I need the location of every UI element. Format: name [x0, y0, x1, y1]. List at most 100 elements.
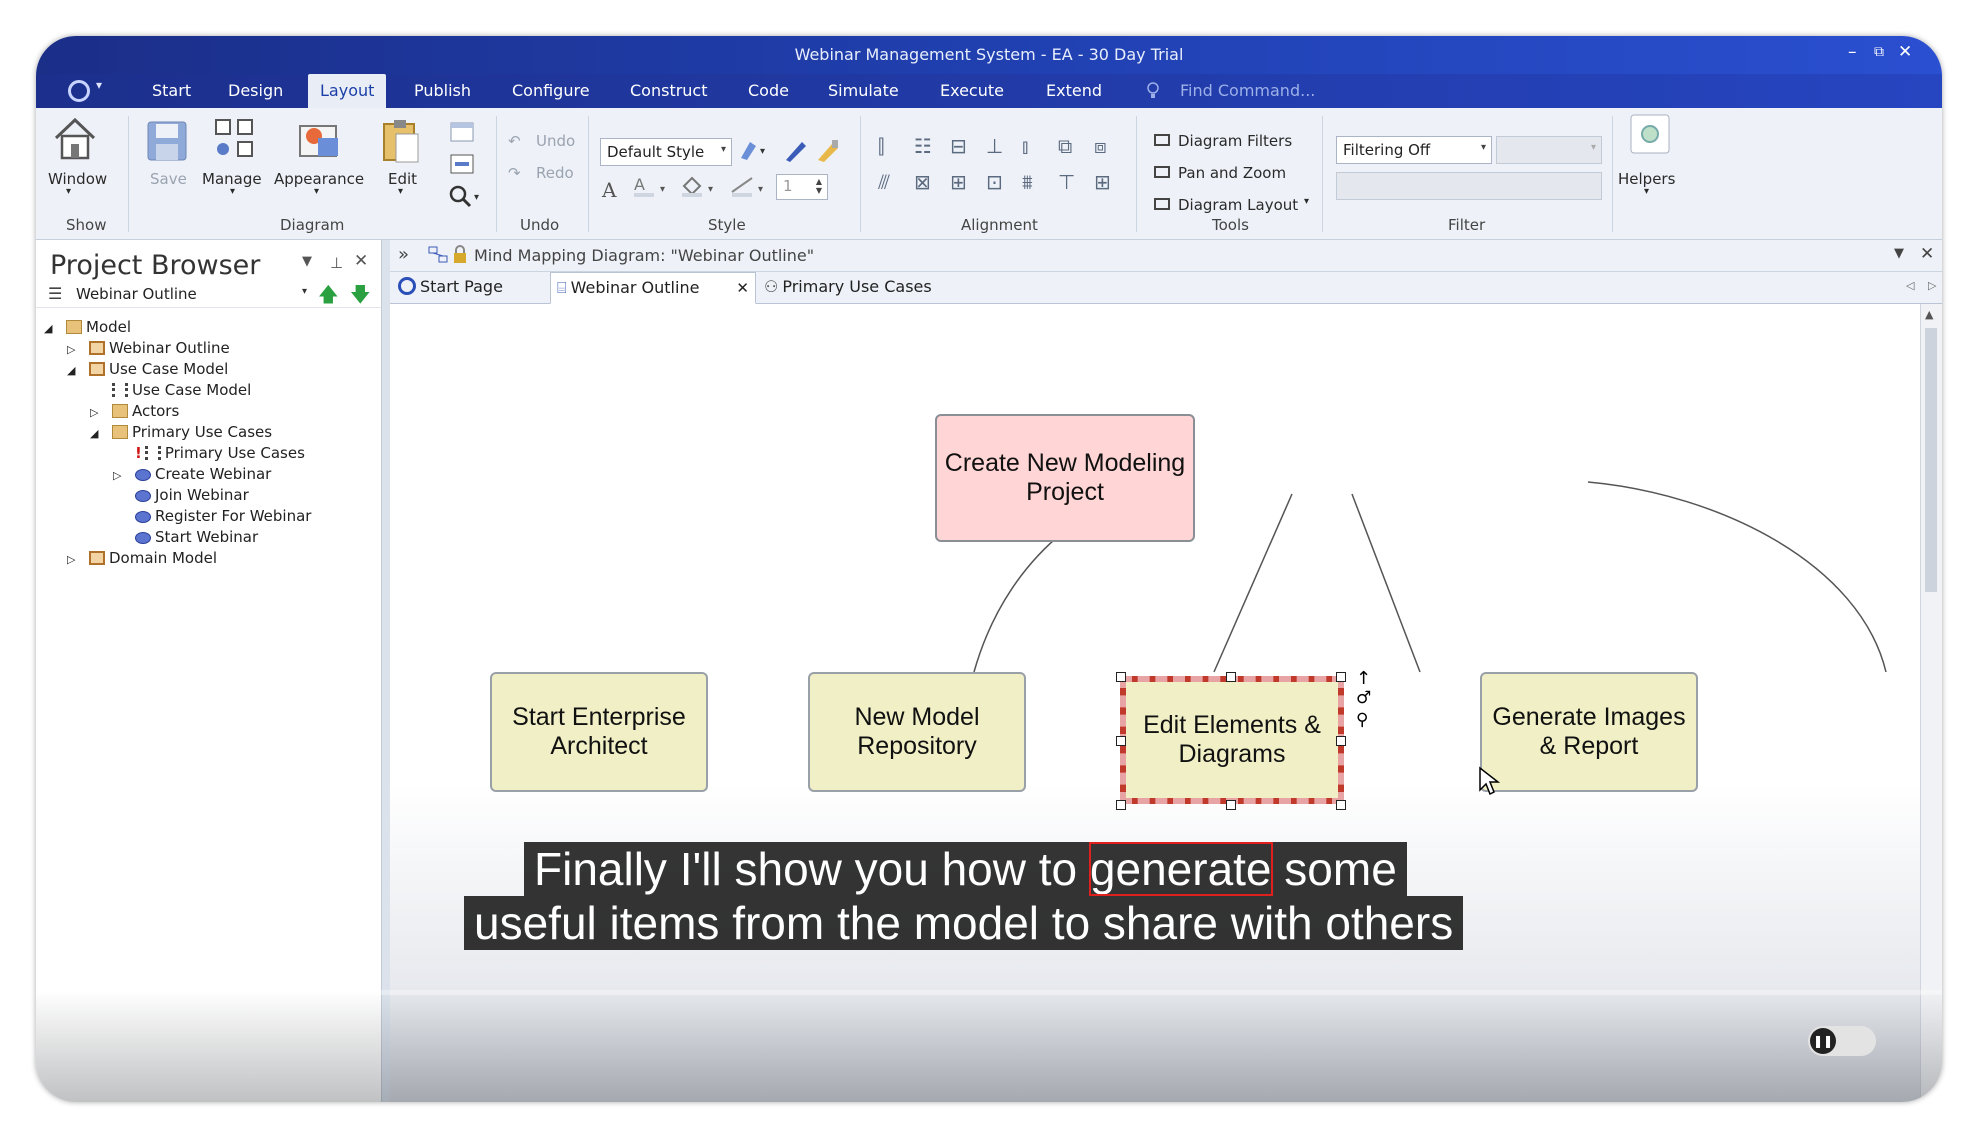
- tree-item[interactable]: Start Webinar: [113, 526, 258, 548]
- mindmap-node[interactable]: Generate Images & Report: [1480, 672, 1698, 792]
- font-icon[interactable]: A: [602, 178, 616, 202]
- tab-construct[interactable]: Construct: [618, 74, 720, 108]
- diagram-layout-button[interactable]: Diagram Layout: [1178, 196, 1298, 214]
- dropdown-icon[interactable]: ▼: [302, 254, 312, 269]
- redo-icon[interactable]: ↷: [508, 164, 521, 182]
- resize-handle[interactable]: [1336, 672, 1346, 682]
- align-tool-icon[interactable]: ⊤: [1058, 170, 1075, 194]
- pen-icon[interactable]: [782, 138, 808, 162]
- close-icon[interactable]: ✕: [354, 251, 368, 271]
- tree-toggle-icon[interactable]: ◢: [44, 318, 56, 340]
- mindmap-node[interactable]: New Model Repository: [808, 672, 1026, 792]
- align-tool-icon[interactable]: ⫿: [878, 134, 884, 158]
- restore-button[interactable]: ⧉: [1874, 44, 1884, 60]
- layout-grid-icon[interactable]: [450, 122, 474, 142]
- tab-configure[interactable]: Configure: [500, 74, 602, 108]
- tree-item[interactable]: Register For Webinar: [113, 505, 311, 527]
- align-tool-icon[interactable]: ⩩: [1022, 170, 1033, 194]
- align-tool-icon[interactable]: ⫾: [1022, 134, 1028, 158]
- resize-handle[interactable]: [1226, 800, 1236, 810]
- redo-button-label[interactable]: Redo: [536, 164, 574, 182]
- tab-extend[interactable]: Extend: [1034, 74, 1114, 108]
- align-tool-icon[interactable]: ⧉: [1058, 134, 1072, 158]
- tab-design[interactable]: Design: [216, 74, 295, 108]
- app-logo-icon[interactable]: [68, 80, 90, 102]
- brush-icon[interactable]: [814, 138, 840, 162]
- undo-icon[interactable]: ↶: [508, 132, 521, 150]
- align-tool-icon[interactable]: ⫻: [878, 170, 890, 194]
- align-tool-icon[interactable]: ⊞: [1094, 170, 1111, 194]
- helpers-icon[interactable]: [1630, 114, 1670, 154]
- dropdown-icon[interactable]: ▼: [1894, 246, 1904, 261]
- undo-button-label[interactable]: Undo: [536, 132, 575, 150]
- clipboard-edit-icon[interactable]: [380, 118, 422, 164]
- format-painter-icon[interactable]: ▾: [738, 138, 772, 162]
- tree-item[interactable]: ! Primary Use Cases: [113, 442, 305, 464]
- close-icon[interactable]: ✕: [1920, 244, 1934, 264]
- align-tool-icon[interactable]: ⊥: [986, 134, 1003, 158]
- tab-simulate[interactable]: Simulate: [816, 74, 911, 108]
- properties-icon[interactable]: ♂: [1356, 688, 1371, 708]
- align-tool-icon[interactable]: ⧈: [1094, 134, 1107, 158]
- tab-start-page[interactable]: Start Page: [392, 272, 509, 304]
- resize-handle[interactable]: [1116, 736, 1126, 746]
- tab-code[interactable]: Code: [736, 74, 801, 108]
- tree-item[interactable]: ▷ Domain Model: [67, 547, 217, 569]
- diagram-canvas[interactable]: Create New Modeling Project Start Enterp…: [390, 304, 1920, 1102]
- find-command-input[interactable]: Find Command...: [1180, 74, 1315, 108]
- chevron-down-icon[interactable]: ▾: [96, 78, 102, 92]
- minimize-button[interactable]: –: [1848, 42, 1857, 62]
- tab-scroll-left-icon[interactable]: ◁: [1906, 279, 1914, 292]
- hamburger-icon[interactable]: ☰: [48, 284, 62, 303]
- tree-item[interactable]: ▷ Webinar Outline: [67, 337, 230, 359]
- tab-publish[interactable]: Publish: [402, 74, 483, 108]
- scroll-up-icon[interactable]: ▲: [1925, 308, 1933, 321]
- filter-text-input[interactable]: [1336, 172, 1602, 200]
- resize-handle[interactable]: [1116, 672, 1126, 682]
- filter-select[interactable]: Filtering Off ▾: [1336, 136, 1492, 164]
- double-chevron-icon[interactable]: »: [398, 244, 409, 265]
- style-select[interactable]: Default Style ▾: [600, 138, 732, 166]
- align-tool-icon[interactable]: ⊡: [986, 170, 1003, 194]
- tab-execute[interactable]: Execute: [928, 74, 1016, 108]
- close-icon[interactable]: ✕: [736, 273, 749, 303]
- mindmap-root-node[interactable]: Create New Modeling Project: [935, 414, 1195, 542]
- tree-item[interactable]: ◢ Use Case Model: [67, 358, 228, 380]
- search-icon[interactable]: ⚲: [1356, 710, 1368, 730]
- mindmap-node[interactable]: Start Enterprise Architect: [490, 672, 708, 792]
- tree-item[interactable]: ▷ Create Webinar: [113, 463, 271, 485]
- manage-icon[interactable]: [214, 118, 254, 162]
- resize-handle[interactable]: [1116, 800, 1126, 810]
- tree-item[interactable]: Use Case Model: [90, 379, 251, 401]
- align-tool-icon[interactable]: ⊠: [914, 170, 931, 194]
- home-window-icon[interactable]: [52, 116, 98, 162]
- pan-zoom-button[interactable]: Pan and Zoom: [1178, 164, 1286, 182]
- tab-webinar-outline[interactable]: ⌸ Webinar Outline ✕: [550, 272, 756, 304]
- video-progress-bar[interactable]: [36, 990, 1942, 995]
- save-button-label[interactable]: Save: [150, 170, 187, 188]
- align-tool-icon[interactable]: ☷: [914, 134, 932, 158]
- diagram-filters-button[interactable]: Diagram Filters: [1178, 132, 1292, 150]
- chevron-down-icon[interactable]: ▾: [302, 286, 307, 297]
- zoom-icon[interactable]: ▾: [448, 184, 482, 208]
- tree-item[interactable]: ◢ Primary Use Cases: [90, 421, 272, 443]
- resize-handle[interactable]: [1336, 736, 1346, 746]
- tree-toggle-icon[interactable]: ▷: [67, 549, 79, 571]
- arrow-down-icon[interactable]: 🡇: [350, 280, 371, 314]
- align-tool-icon[interactable]: ⊟: [950, 134, 967, 158]
- quick-link-arrow-icon[interactable]: ↑: [1356, 668, 1371, 689]
- tree-toggle-icon[interactable]: ◢: [90, 423, 102, 445]
- align-tool-icon[interactable]: ⊞: [950, 170, 967, 194]
- panel-splitter[interactable]: [382, 240, 390, 1102]
- filter-value-select[interactable]: ▾: [1496, 136, 1602, 164]
- font-color-icon[interactable]: A ▾: [632, 174, 672, 200]
- resize-handle[interactable]: [1226, 672, 1236, 682]
- save-icon[interactable]: [146, 120, 188, 162]
- tab-start[interactable]: Start: [140, 74, 203, 108]
- tab-scroll-right-icon[interactable]: ▷: [1928, 279, 1936, 292]
- tree-item[interactable]: ◢ Model: [44, 316, 131, 338]
- line-color-icon[interactable]: ▾: [730, 174, 770, 200]
- appearance-icon[interactable]: [298, 118, 344, 162]
- close-button[interactable]: ✕: [1898, 42, 1912, 62]
- window-button-label[interactable]: Window: [48, 170, 107, 188]
